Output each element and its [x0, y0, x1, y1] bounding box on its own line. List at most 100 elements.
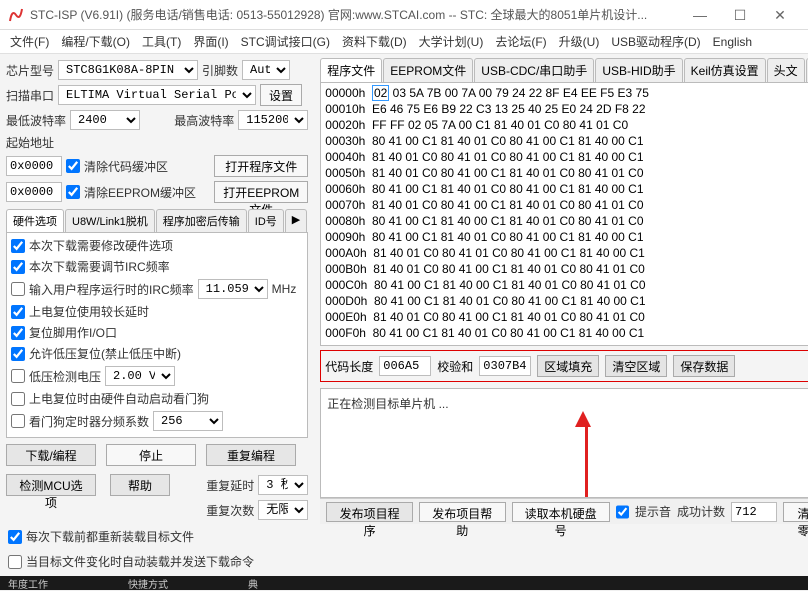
menu-university[interactable]: 大学计划(U)	[413, 33, 490, 50]
tab-usb-cdc[interactable]: USB-CDC/串口助手	[474, 58, 594, 82]
menu-bar: 文件(F) 编程/下载(O) 工具(T) 界面(I) STC调试接口(G) 资料…	[0, 30, 808, 54]
option-value-select[interactable]: 256	[153, 411, 223, 431]
bottom-bar: 发布项目程序 发布项目帮助 读取本机硬盘号 提示音 成功计数 清零	[320, 498, 808, 524]
chip-type-select[interactable]: STC8G1K08A-8PIN	[58, 60, 198, 80]
option-checkbox[interactable]	[11, 260, 25, 274]
beep-checkbox[interactable]	[616, 505, 629, 519]
taskbar-item-3: 典	[248, 576, 258, 591]
tab-more-right[interactable]: ▶	[285, 209, 307, 232]
auto-reload-on-change-label: 当目标文件变化时自动装载并发送下载命令	[26, 553, 254, 570]
max-baud-select[interactable]: 115200	[238, 110, 308, 130]
port-settings-button[interactable]: 设置	[260, 84, 302, 106]
code-length-label: 代码长度	[325, 358, 373, 375]
publish-help-button[interactable]: 发布项目帮助	[419, 502, 506, 522]
menu-download-res[interactable]: 资料下载(D)	[336, 33, 413, 50]
app-logo-icon	[8, 7, 24, 23]
menu-stc-debug[interactable]: STC调试接口(G)	[235, 33, 336, 50]
checksum-label: 校验和	[437, 358, 473, 375]
detect-mcu-button[interactable]: 检测MCU选项	[6, 474, 96, 496]
menu-file[interactable]: 文件(F)	[4, 33, 55, 50]
hex-line: 000D0h 80 41 00 C1 81 40 01 C0 80 41 00 …	[325, 293, 808, 309]
eeprom-addr-input[interactable]	[6, 182, 62, 202]
auto-reload-on-change-checkbox[interactable]	[8, 555, 22, 569]
option-row: 输入用户程序运行时的IRC频率11.0592MHz	[9, 277, 305, 301]
hex-line: 00030h 80 41 00 C1 81 40 01 C0 80 41 00 …	[325, 133, 808, 149]
option-value-select[interactable]: 11.0592	[198, 279, 268, 299]
option-checkbox[interactable]	[11, 282, 25, 296]
stop-button[interactable]: 停止	[106, 444, 196, 466]
repeat-count-select[interactable]: 无限	[258, 500, 308, 520]
option-label: 复位脚用作I/O口	[29, 324, 117, 341]
option-checkbox[interactable]	[11, 369, 25, 383]
option-checkbox[interactable]	[11, 326, 25, 340]
hex-line: 00050h 81 40 01 C0 80 41 00 C1 81 40 01 …	[325, 165, 808, 181]
clear-eeprom-label: 清除EEPROM缓冲区	[84, 184, 196, 201]
repeat-program-button[interactable]: 重复编程	[206, 444, 296, 466]
tab-id[interactable]: ID号	[248, 209, 284, 232]
clear-eeprom-checkbox[interactable]	[66, 185, 80, 199]
tab-usb-hid[interactable]: USB-HID助手	[595, 58, 682, 82]
tab-program-file[interactable]: 程序文件	[320, 58, 382, 82]
option-row: 复位脚用作I/O口	[9, 322, 305, 343]
success-count-input[interactable]	[731, 502, 777, 522]
hex-line: 00010h E6 46 75 E6 B9 22 C3 13 25 40 25 …	[325, 101, 808, 117]
option-checkbox[interactable]	[11, 305, 25, 319]
com-port-select[interactable]: ELTIMA Virtual Serial Port (CO	[58, 85, 256, 105]
clear-code-checkbox[interactable]	[66, 159, 80, 173]
hex-viewer[interactable]: 00000h 02 03 5A 7B 00 7A 00 79 24 22 8F …	[320, 82, 808, 346]
tab-u8w-link[interactable]: U8W/Link1脱机	[65, 209, 155, 232]
tab-header[interactable]: 头文	[767, 58, 805, 82]
hex-line: 000F0h 80 41 00 C1 81 40 01 C0 80 41 00 …	[325, 325, 808, 341]
open-eeprom-file-button[interactable]: 打开EEPROM文件	[214, 181, 308, 203]
menu-program[interactable]: 编程/下载(O)	[55, 33, 136, 50]
menu-interface[interactable]: 界面(I)	[187, 33, 234, 50]
option-checkbox[interactable]	[11, 437, 25, 439]
option-row: 空闲状态时停止看门狗计数	[9, 433, 305, 438]
pin-count-select[interactable]: Auto	[242, 60, 290, 80]
option-value-select[interactable]: 2.00 V	[105, 366, 175, 386]
publish-program-button[interactable]: 发布项目程序	[326, 502, 413, 522]
tab-encrypt[interactable]: 程序加密后传输	[156, 209, 247, 232]
hardware-options-list[interactable]: 本次下载需要修改硬件选项本次下载需要调节IRC频率输入用户程序运行时的IRC频率…	[6, 233, 308, 438]
min-baud-select[interactable]: 2400	[70, 110, 140, 130]
clear-area-button[interactable]: 清空区域	[605, 355, 667, 377]
option-label: 空闲状态时停止看门狗计数	[29, 435, 173, 438]
hex-line: 00080h 80 41 00 C1 81 40 00 C1 81 40 01 …	[325, 213, 808, 229]
open-program-file-button[interactable]: 打开程序文件	[214, 155, 308, 177]
option-checkbox[interactable]	[11, 239, 25, 253]
menu-tools[interactable]: 工具(T)	[136, 33, 187, 50]
menu-forum[interactable]: 去论坛(F)	[489, 33, 552, 50]
option-checkbox[interactable]	[11, 392, 25, 406]
option-label: 上电复位使用较长延时	[29, 303, 149, 320]
hardware-tabs: 硬件选项 U8W/Link1脱机 程序加密后传输 ID号 ▶	[6, 209, 308, 233]
option-checkbox[interactable]	[11, 347, 25, 361]
option-row: 允许低压复位(禁止低压中断)	[9, 343, 305, 364]
tab-keil[interactable]: Keil仿真设置	[684, 58, 766, 82]
hex-line: 000B0h 81 40 01 C0 80 41 00 C1 81 40 01 …	[325, 261, 808, 277]
reset-count-button[interactable]: 清零	[783, 502, 808, 522]
read-disk-id-button[interactable]: 读取本机硬盘号	[512, 502, 610, 522]
option-label: 本次下载需要修改硬件选项	[29, 237, 173, 254]
option-checkbox[interactable]	[11, 414, 25, 428]
close-button[interactable]: ✕	[760, 1, 800, 29]
help-button[interactable]: 帮助	[110, 474, 170, 496]
log-area[interactable]: 正在检测目标单片机 ...	[320, 388, 808, 498]
maximize-button[interactable]: ☐	[720, 1, 760, 29]
download-program-button[interactable]: 下载/编程	[6, 444, 96, 466]
annotation-arrow-icon	[581, 411, 591, 498]
option-row: 本次下载需要修改硬件选项	[9, 235, 305, 256]
menu-english[interactable]: English	[707, 35, 758, 49]
tab-hw-options[interactable]: 硬件选项	[6, 209, 64, 232]
tab-eeprom-file[interactable]: EEPROM文件	[383, 58, 473, 82]
reload-before-download-checkbox[interactable]	[8, 530, 22, 544]
code-length-input[interactable]	[379, 356, 431, 376]
hex-line: 00070h 81 40 01 C0 80 41 00 C1 81 40 01 …	[325, 197, 808, 213]
checksum-input[interactable]	[479, 356, 531, 376]
menu-upgrade[interactable]: 升级(U)	[553, 33, 606, 50]
area-fill-button[interactable]: 区域填充	[537, 355, 599, 377]
repeat-delay-select[interactable]: 3 秒	[258, 475, 308, 495]
save-data-button[interactable]: 保存数据	[673, 355, 735, 377]
minimize-button[interactable]: —	[680, 1, 720, 29]
code-addr-input[interactable]	[6, 156, 62, 176]
menu-usb-driver[interactable]: USB驱动程序(D)	[605, 33, 706, 50]
